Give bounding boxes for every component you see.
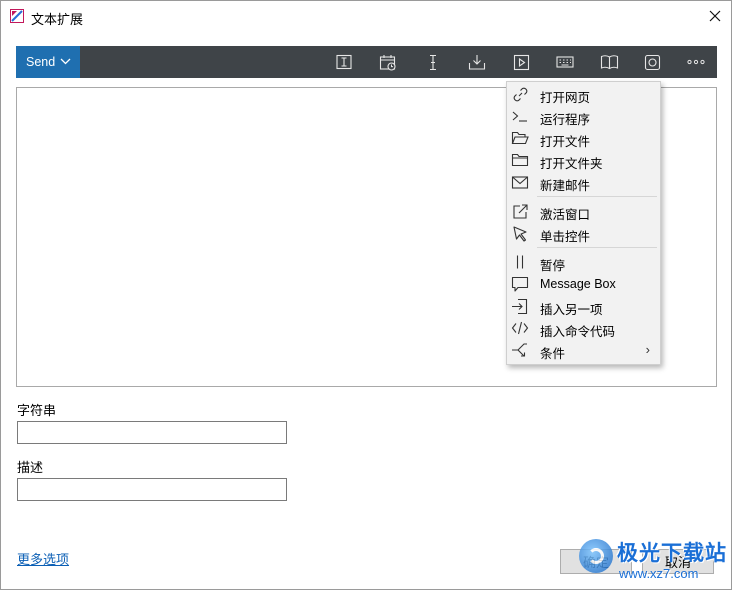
menu-item-new-mail[interactable]: 新建邮件 [507,171,660,193]
string-input[interactable] [17,421,287,444]
more-options-link[interactable]: 更多选项 [17,549,69,568]
condition-icon [511,341,529,359]
menu-item-insert-command-code[interactable]: 插入命令代码 [507,317,660,339]
menu-item-message-box[interactable]: Message Box [507,273,660,295]
mail-icon [511,173,529,191]
dialog-window: 文本扩展 Send 字符串 描述 更多选项 确定 取消 极光下载站 www.xz… [0,0,732,590]
menu-separator [537,196,657,197]
menu-item-label: 新建邮件 [540,179,591,193]
menu-item-label: 暂停 [540,259,566,273]
menu-item-label: 打开文件夹 [540,157,603,171]
menu-item-label: 打开文件 [540,135,591,149]
menu-item-insert-another[interactable]: 插入另一项 [507,295,660,317]
send-label: Send [26,55,56,69]
window-title: 文本扩展 [31,12,84,27]
string-label: 字符串 [17,403,57,418]
description-label: 描述 [17,460,44,475]
insert-action-menu: 打开网页 运行程序 打开文件 打开文件夹 新建邮件 激活窗口 单击控件 暂停 M… [506,81,661,365]
external-window-icon [511,202,529,220]
menu-item-open-folder[interactable]: 打开文件夹 [507,149,660,171]
download-tray-icon[interactable] [467,53,487,71]
more-icon[interactable] [686,53,706,71]
menu-separator [537,247,657,248]
link-icon [511,85,529,103]
title-bar: 文本扩展 [1,1,731,33]
menu-item-label: 单击控件 [540,230,591,244]
pause-icon [511,253,529,271]
message-icon [511,275,529,293]
insert-item-icon [511,297,529,315]
menu-item-pause[interactable]: 暂停 [507,251,660,273]
menu-item-label: 条件 [540,347,566,361]
menu-item-click-control[interactable]: 单击控件 [507,222,660,244]
close-icon [709,10,721,22]
cancel-label: 取消 [664,555,691,570]
text-cursor-icon[interactable] [423,53,443,71]
chevron-down-icon [60,58,71,65]
toolbar: Send [16,46,717,78]
ok-button[interactable]: 确定 [560,549,632,574]
menu-item-open-webpage[interactable]: 打开网页 [507,83,660,105]
send-dropdown-button[interactable]: Send [16,46,80,78]
menu-item-label: 插入另一项 [540,303,603,317]
code-icon [511,319,529,337]
folder-icon [511,151,529,169]
calendar-clock-icon[interactable] [378,53,398,71]
menu-item-activate-window[interactable]: 激活窗口 [507,200,660,222]
capture-icon[interactable] [642,53,662,71]
folder-open-icon [511,129,529,147]
menu-item-label: 运行程序 [540,113,591,127]
close-button[interactable] [699,1,731,31]
menu-item-label: 打开网页 [540,91,591,105]
ok-label: 确定 [582,555,609,570]
menu-item-label: 激活窗口 [540,208,591,222]
app-logo-icon [10,9,24,23]
terminal-icon [511,107,529,125]
submenu-arrow-icon: › [645,342,650,357]
pointer-icon [511,224,529,242]
cancel-button[interactable]: 取消 [642,549,714,574]
menu-item-label: Message Box [540,277,616,291]
book-icon[interactable] [599,53,619,71]
play-icon[interactable] [511,53,531,71]
menu-item-open-file[interactable]: 打开文件 [507,127,660,149]
menu-item-label: 插入命令代码 [540,325,616,339]
menu-item-run-program[interactable]: 运行程序 [507,105,660,127]
keyboard-icon[interactable] [555,53,575,71]
menu-item-condition[interactable]: 条件 › [507,339,660,361]
insert-text-icon[interactable] [334,53,354,71]
description-input[interactable] [17,478,287,501]
